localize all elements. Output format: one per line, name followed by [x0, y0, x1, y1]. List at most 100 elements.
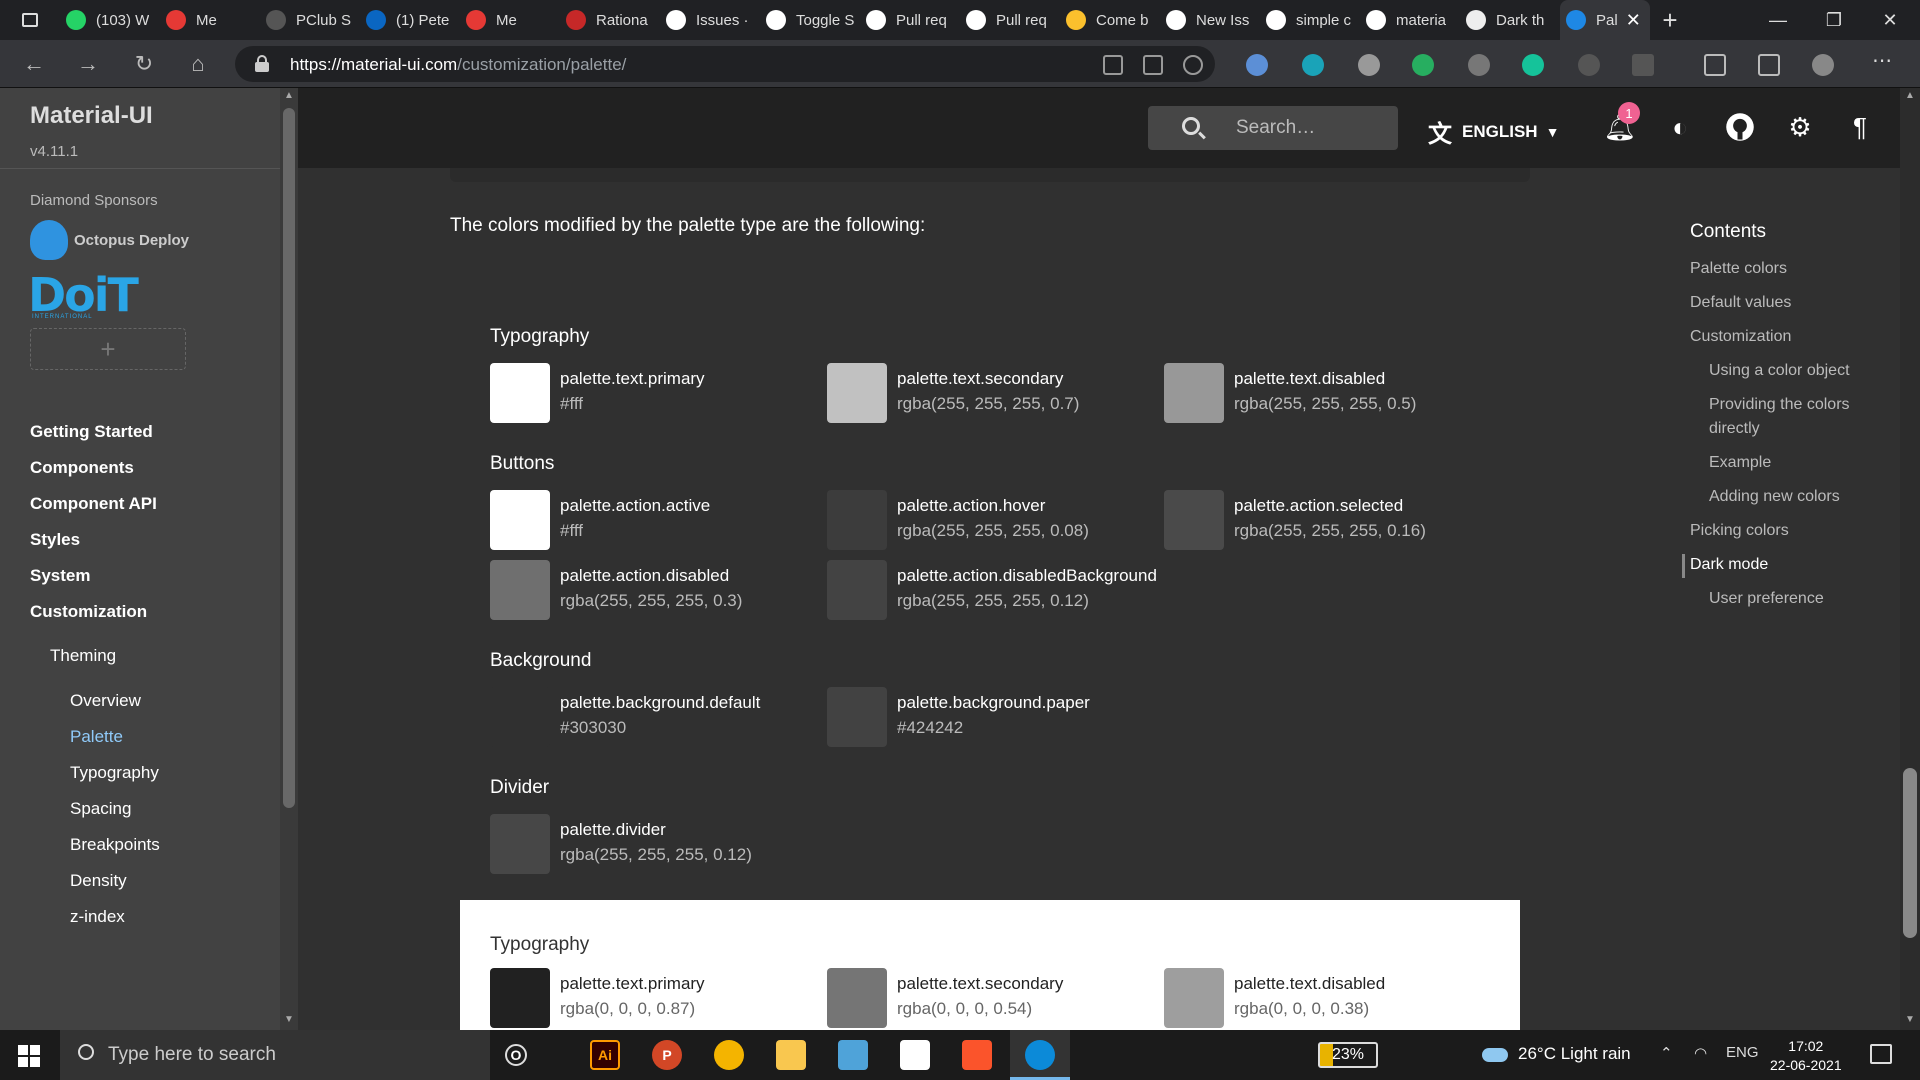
- toc-item[interactable]: Dark mode: [1690, 556, 1768, 574]
- search-input[interactable]: [1236, 116, 1386, 140]
- taskbar-search[interactable]: [60, 1030, 490, 1080]
- browser-tab[interactable]: Come b: [1060, 0, 1160, 40]
- github-icon[interactable]: [1723, 110, 1757, 144]
- sidebar-item-palette[interactable]: Palette: [70, 727, 123, 747]
- minimize-icon[interactable]: —: [1750, 0, 1806, 40]
- toc-item[interactable]: directly: [1709, 420, 1760, 438]
- sidebar-item-system[interactable]: System: [30, 566, 90, 586]
- notification-center-icon[interactable]: [1870, 1044, 1892, 1064]
- extension-icon[interactable]: [1578, 54, 1600, 76]
- browser-tab[interactable]: simple c: [1260, 0, 1360, 40]
- file-explorer-icon[interactable]: [776, 1040, 806, 1070]
- sidebar-item-spacing[interactable]: Spacing: [70, 799, 131, 819]
- close-tab-icon[interactable]: ✕: [1626, 10, 1641, 31]
- extension-icon[interactable]: [1246, 54, 1268, 76]
- windows-start-icon[interactable]: [18, 1045, 40, 1067]
- home-icon[interactable]: ⌂: [182, 48, 214, 80]
- powerpoint-icon[interactable]: P: [652, 1040, 682, 1070]
- browser-tab[interactable]: (1) Pete: [360, 0, 460, 40]
- language-button[interactable]: 文 ENGLISH ▼: [1428, 114, 1559, 149]
- extension-icon[interactable]: [1468, 54, 1490, 76]
- lock-icon[interactable]: [255, 55, 269, 72]
- sponsor-octopus-deploy[interactable]: Octopus Deploy: [30, 220, 189, 260]
- browser-tab[interactable]: Toggle S: [760, 0, 860, 40]
- brave-icon[interactable]: [962, 1040, 992, 1070]
- settings-icon[interactable]: ⚙: [1783, 110, 1817, 144]
- extension-icon[interactable]: [1412, 54, 1434, 76]
- browser-tab[interactable]: PClub S: [260, 0, 360, 40]
- sidebar-item-getting-started[interactable]: Getting Started: [30, 422, 153, 442]
- forward-icon[interactable]: →: [72, 48, 104, 80]
- extension-icon[interactable]: [1302, 54, 1324, 76]
- invert-colors-icon[interactable]: ◐: [1663, 110, 1697, 144]
- window-menu-icon[interactable]: [0, 0, 60, 40]
- slack-icon[interactable]: [900, 1040, 930, 1070]
- sidebar-item-breakpoints[interactable]: Breakpoints: [70, 835, 160, 855]
- taskbar-search-input[interactable]: [108, 1042, 468, 1068]
- toc-item[interactable]: User preference: [1709, 590, 1824, 608]
- language-indicator[interactable]: ENG: [1726, 1044, 1759, 1061]
- reload-icon[interactable]: ↻: [128, 48, 160, 80]
- illustrator-icon[interactable]: Ai: [590, 1040, 620, 1070]
- browser-tab[interactable]: Dark th: [1460, 0, 1560, 40]
- browser-tab[interactable]: Pull req: [860, 0, 960, 40]
- sidebar-item-customization[interactable]: Customization: [30, 602, 147, 622]
- browser-tab[interactable]: Rationa: [560, 0, 660, 40]
- brand-title[interactable]: Material-UI: [30, 102, 153, 130]
- reader-icon[interactable]: [1143, 55, 1163, 75]
- search-box[interactable]: [1148, 106, 1398, 150]
- browser-tab[interactable]: Issues ·: [660, 0, 760, 40]
- clock[interactable]: 17:02 22-06-2021: [1770, 1037, 1842, 1075]
- apps-icon[interactable]: [1103, 55, 1123, 75]
- sidebar-item-typography[interactable]: Typography: [70, 763, 159, 783]
- toc-item[interactable]: Providing the colors: [1709, 396, 1850, 414]
- extension-icon[interactable]: [1632, 54, 1654, 76]
- wifi-icon[interactable]: ◠: [1694, 1044, 1707, 1062]
- url-text[interactable]: https://material-ui.com/customization/pa…: [290, 55, 626, 75]
- toc-item[interactable]: Adding new colors: [1709, 488, 1840, 506]
- toc-item[interactable]: Picking colors: [1690, 522, 1789, 540]
- back-icon[interactable]: ←: [18, 48, 50, 80]
- collections-icon[interactable]: [1758, 54, 1780, 76]
- browser-tab[interactable]: Pull req: [960, 0, 1060, 40]
- url-field[interactable]: https://material-ui.com/customization/pa…: [235, 46, 1215, 82]
- sidebar-scrollbar[interactable]: ▲ ▼: [280, 88, 298, 1030]
- extension-icon[interactable]: [1358, 54, 1380, 76]
- notepad-icon[interactable]: [838, 1040, 868, 1070]
- version-label[interactable]: v4.11.1: [30, 143, 78, 160]
- more-menu-icon[interactable]: ⋯: [1872, 48, 1892, 73]
- battery-indicator[interactable]: 23%: [1318, 1042, 1378, 1068]
- profile-avatar[interactable]: [1812, 54, 1834, 76]
- new-tab-button[interactable]: +: [1650, 5, 1690, 36]
- close-window-icon[interactable]: ✕: [1862, 0, 1918, 40]
- toc-item[interactable]: Palette colors: [1690, 260, 1787, 278]
- toc-item[interactable]: Customization: [1690, 328, 1791, 346]
- browser-tab[interactable]: New Iss: [1160, 0, 1260, 40]
- toc-item[interactable]: Using a color object: [1709, 362, 1850, 380]
- add-sponsor-button[interactable]: +: [30, 328, 186, 370]
- browser-tab[interactable]: materia: [1360, 0, 1460, 40]
- task-view-icon[interactable]: O: [505, 1044, 527, 1066]
- browser-tab[interactable]: Pal ✕: [1560, 0, 1650, 40]
- favorites-icon[interactable]: [1704, 54, 1726, 76]
- sidebar-item-overview[interactable]: Overview: [70, 691, 141, 711]
- toc-item[interactable]: Default values: [1690, 294, 1791, 312]
- sidebar-item-z-index[interactable]: z-index: [70, 907, 125, 927]
- sidebar-item-styles[interactable]: Styles: [30, 530, 80, 550]
- chrome-canary-icon[interactable]: [714, 1040, 744, 1070]
- sidebar-item-component-api[interactable]: Component API: [30, 494, 157, 514]
- favorite-star-icon[interactable]: [1183, 55, 1203, 75]
- page-scrollbar[interactable]: ▲ ▼: [1900, 88, 1920, 1030]
- grammarly-icon[interactable]: [1522, 54, 1544, 76]
- sidebar-item-components[interactable]: Components: [30, 458, 134, 478]
- sidebar-item-theming[interactable]: Theming: [50, 646, 116, 666]
- sidebar-item-density[interactable]: Density: [70, 871, 127, 891]
- text-direction-icon[interactable]: ¶: [1843, 110, 1877, 144]
- chevron-up-icon[interactable]: ⌃: [1660, 1044, 1673, 1062]
- restore-icon[interactable]: ❐: [1806, 0, 1862, 40]
- browser-tab[interactable]: Me: [160, 0, 260, 40]
- toc-item[interactable]: Example: [1709, 454, 1771, 472]
- weather-widget[interactable]: 26°C Light rain: [1482, 1044, 1631, 1064]
- browser-tab[interactable]: Me: [460, 0, 560, 40]
- browser-tab[interactable]: (103) W: [60, 0, 160, 40]
